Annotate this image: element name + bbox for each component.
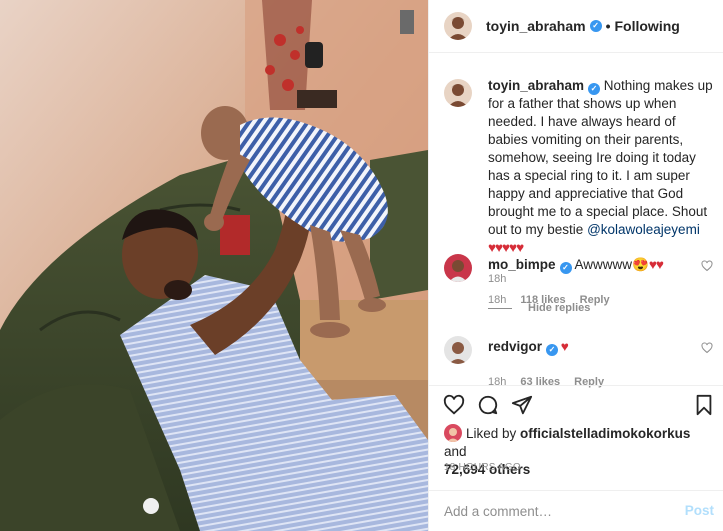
caption-hearts: ♥♥♥♥♥ [488,240,524,255]
comment-hearts: ♥♥ [648,257,664,272]
caption-author-avatar[interactable] [444,79,472,107]
share-icon[interactable] [511,394,533,416]
verified-badge-icon: ✓ [589,20,602,32]
post-details-panel: toyin_abraham ✓ • Following toyin_abraha… [428,0,723,531]
hide-replies-button[interactable]: Hide replies [488,302,590,314]
author-avatar[interactable] [444,12,472,40]
comment-username[interactable]: redvigor [488,339,542,354]
instagram-post: toyin_abraham ✓ • Following toyin_abraha… [0,0,723,531]
photo-father-lifting-baby [0,0,428,531]
liker-avatar[interactable] [444,424,462,442]
comment-item: redvigor ✓ ♥ 18h 63 likes Reply [444,336,719,388]
caption-username[interactable]: toyin_abraham [488,78,584,93]
verified-badge-icon: ✓ [559,262,572,274]
verified-badge-icon: ✓ [588,83,601,95]
verified-badge-icon: ✓ [546,344,559,356]
liked-by-prefix: Liked by [466,426,521,441]
comment-text: redvigor ✓ ♥ [488,338,569,356]
liked-by-user[interactable]: officialstelladimokokorkus [520,426,690,441]
comment-hearts: ♥ [558,339,569,354]
comment-username[interactable]: mo_bimpe [488,257,556,272]
comment-icon[interactable] [477,394,499,416]
comment-item: mo_bimpe ✓ Awwwww😍♥♥ 18h 118 likes Reply [444,254,719,306]
bookmark-icon[interactable] [694,394,714,416]
post-comment-button[interactable]: Post [685,503,714,518]
hide-replies-label: Hide replies [528,302,591,314]
post-header: toyin_abraham ✓ • Following [429,0,723,53]
comment-body: Awwwww [571,257,633,272]
post-photo[interactable] [0,0,428,531]
following-button[interactable]: Following [615,18,680,34]
heart-icon[interactable] [443,394,465,416]
comment-text: mo_bimpe ✓ Awwwww😍♥♥ [488,256,664,274]
add-comment-input[interactable] [444,503,674,519]
liked-by-and: and [444,444,467,459]
author-username[interactable]: toyin_abraham [486,18,586,34]
post-timestamp[interactable]: 18 HOURS AGO [444,462,521,473]
caption-text: Nothing makes up for a father that shows… [488,78,713,237]
heart-eyes-emoji: 😍 [632,257,649,272]
commenter-avatar[interactable] [444,336,472,364]
action-bar [429,385,723,428]
caption-mention-link[interactable]: @kolawoleajeyemi [587,222,700,237]
add-comment-bar: Post [429,490,723,531]
commenter-avatar[interactable] [444,254,472,282]
separator-dot: • [605,18,611,34]
hide-replies-line [488,307,512,309]
comment-heart-icon[interactable] [701,342,713,354]
comment-heart-icon[interactable] [701,260,713,272]
